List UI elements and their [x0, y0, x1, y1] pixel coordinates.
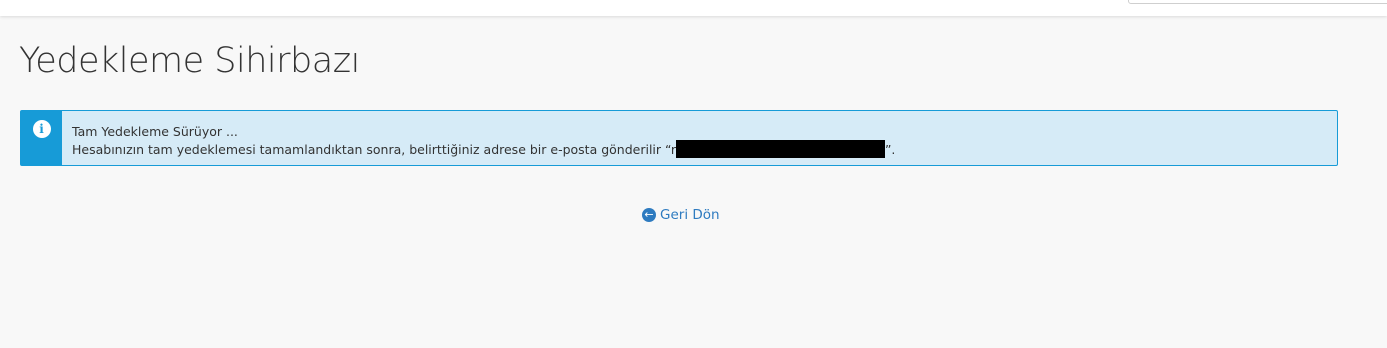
alert-message-suffix: ”.	[884, 142, 896, 157]
back-button-label: Geri Dön	[660, 207, 720, 223]
alert-message: Hesabınızın tam yedeklemesi tamamlandıkt…	[72, 140, 895, 158]
alert-icon-column: i	[21, 111, 62, 165]
search-input[interactable]	[1128, 0, 1387, 4]
arrow-circle-left-icon: ←	[642, 208, 656, 222]
alert-heading: Tam Yedekleme Sürüyor ...	[72, 124, 238, 139]
page-title: Yedekleme Sihirbazı	[19, 41, 360, 81]
top-bar	[0, 0, 1387, 16]
info-icon: i	[32, 120, 51, 138]
redacted-email	[675, 140, 885, 158]
back-button[interactable]: ← Geri Dön	[642, 207, 720, 223]
alert-body: Tam Yedekleme Sürüyor ... Hesabınızın ta…	[62, 111, 895, 165]
alert-message-prefix: Hesabınızın tam yedeklemesi tamamlandıkt…	[72, 142, 671, 157]
info-alert: i Tam Yedekleme Sürüyor ... Hesabınızın …	[20, 110, 1338, 166]
